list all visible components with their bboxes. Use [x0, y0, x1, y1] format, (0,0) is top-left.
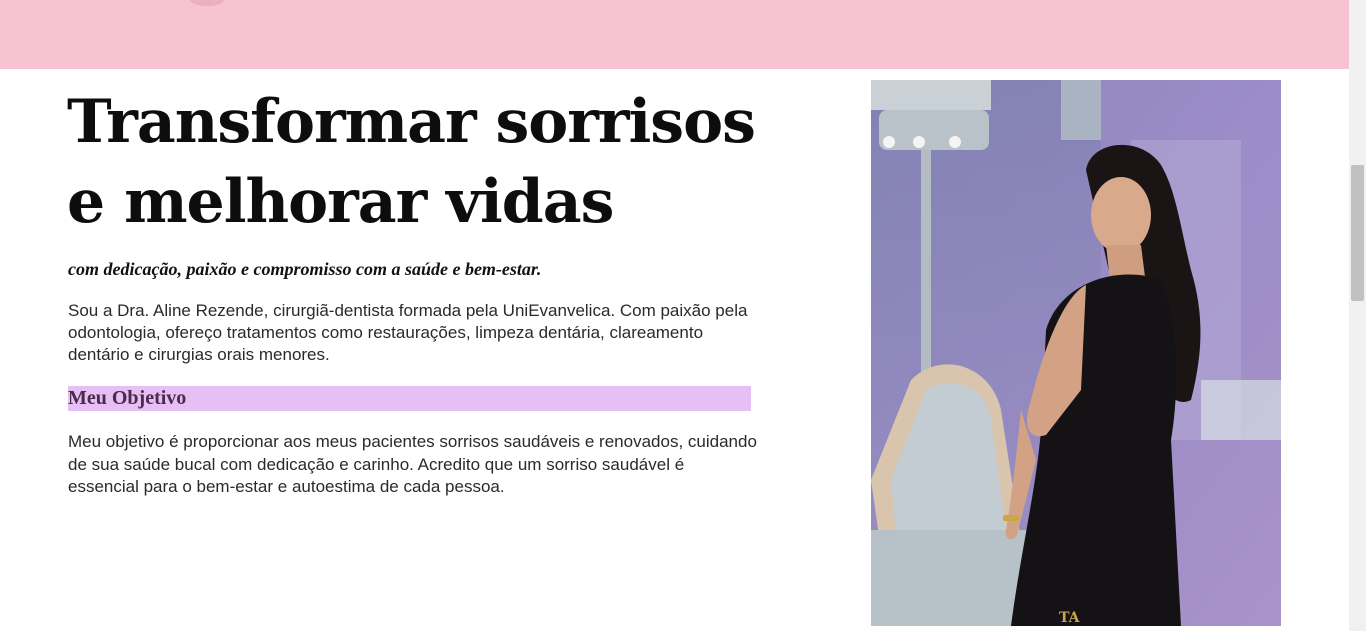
objective-paragraph: Meu objetivo é proporcionar aos meus pac…	[68, 432, 757, 496]
vertical-scrollbar[interactable]	[1349, 0, 1366, 631]
scrollbar-thumb[interactable]	[1351, 165, 1364, 301]
hero-subtitle: com dedicação, paixão e compromisso com …	[68, 259, 542, 279]
headline-line-2: e melhorar vidas	[67, 167, 614, 237]
intro-paragraph: Sou a Dra. Aline Rezende, cirurgiã-denti…	[68, 301, 748, 364]
dentist-portrait-image: TA	[871, 80, 1281, 626]
top-banner	[0, 0, 1349, 69]
headline-line-1: Transformar sorrisos	[67, 87, 756, 157]
photo-watermark: TA	[1059, 610, 1081, 626]
banner-decoration	[190, 0, 224, 6]
objective-heading: Meu Objetivo	[68, 386, 751, 411]
page-headline: Transformar sorrisos e melhorar vidas	[67, 82, 787, 242]
